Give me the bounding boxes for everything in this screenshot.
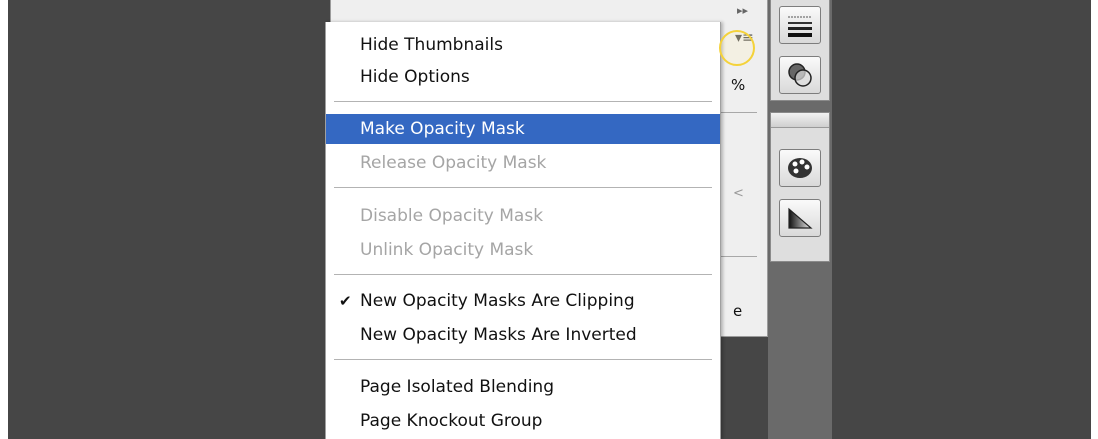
menu-item-label: New Opacity Masks Are Clipping [360,291,635,311]
transparency-icon [788,63,812,87]
menu-item-page-knockout-group[interactable]: Page Knockout Group [326,406,720,436]
opacity-percent-suffix: % [731,76,746,94]
dock-panel-top [770,0,830,101]
stroke-panel-button[interactable] [779,6,821,44]
menu-item-hide-thumbnails[interactable]: Hide Thumbnails [326,30,720,60]
panel-divider [721,112,757,113]
cursor-highlight-ring [719,30,755,66]
menu-item-unlink-opacity-mask: Unlink Opacity Mask [360,240,534,260]
collapse-panel-icon[interactable]: ▸▸ [737,4,748,17]
transparency-panel-button[interactable] [779,56,821,94]
panel-grip[interactable] [771,113,829,128]
menu-separator [334,101,712,103]
checkmark-icon: ✔ [339,292,352,310]
menu-item-page-isolated-blending[interactable]: Page Isolated Blending [326,372,720,402]
menu-separator [334,187,712,189]
menu-item-make-opacity-mask[interactable]: Make Opacity Mask [326,114,720,144]
dock-panel-bottom [770,112,830,262]
menu-separator [334,359,712,361]
stroke-icon [788,16,812,37]
gradient-panel-button[interactable] [779,199,821,237]
gradient-icon [788,207,813,229]
swatches-panel-button[interactable] [779,149,821,187]
transparency-panel-menu: Hide Thumbnails Hide Options Make Opacit… [325,22,721,439]
panel-cut-label: e [733,302,743,320]
workspace-background: ▸▸ ▾≡ % < e Hide Thumbnails Hide Options… [8,0,1091,439]
menu-item-new-masks-inverted[interactable]: New Opacity Masks Are Inverted [326,320,720,350]
menu-separator [334,274,712,276]
menu-item-release-opacity-mask: Release Opacity Mask [360,153,547,173]
menu-item-new-masks-clipping[interactable]: ✔ New Opacity Masks Are Clipping [326,286,720,316]
menu-item-hide-options[interactable]: Hide Options [326,62,720,92]
panel-divider [721,256,757,257]
menu-item-disable-opacity-mask: Disable Opacity Mask [360,206,544,226]
panel-cut-text: < [733,186,744,201]
color-palette-icon [788,158,812,178]
